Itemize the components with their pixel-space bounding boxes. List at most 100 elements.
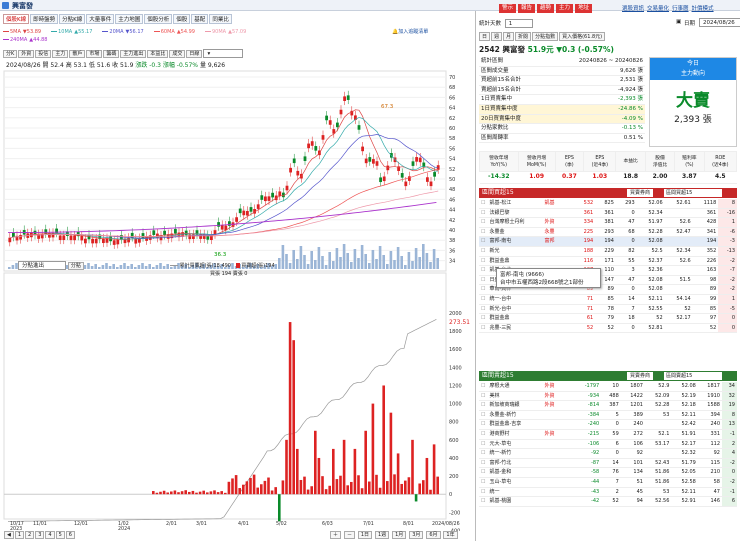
table-row[interactable]: ☐ 元大-草屯 -106 6 106 53.17 52.17 112 2 xyxy=(479,439,737,450)
right-button-0[interactable]: 警示 xyxy=(499,4,517,13)
mode-button-4[interactable]: 分點指數 xyxy=(532,32,559,41)
row-checkbox[interactable]: ☐ xyxy=(479,439,488,450)
mode-button-5[interactable]: 買入價格(61.8元) xyxy=(559,32,606,41)
row-checkbox[interactable]: ☐ xyxy=(479,391,488,402)
page-6[interactable]: 6 xyxy=(65,531,75,539)
row-checkbox[interactable]: ☐ xyxy=(479,246,488,257)
right-button-3[interactable]: 主力 xyxy=(556,4,574,13)
table-row[interactable]: ☐ 新光-台中 71 78 7 52.55 52 85 -5 xyxy=(479,304,737,315)
days-select[interactable]: 1 xyxy=(504,19,533,28)
buy-broker-select[interactable]: 買賣券商 xyxy=(627,189,654,197)
mode-button-1[interactable]: 週 xyxy=(491,32,503,41)
table-row[interactable]: ☐ 美林 外資 -934 488 1422 52.09 52.19 1910 32 xyxy=(479,391,737,402)
row-checkbox[interactable]: ☐ xyxy=(479,323,488,334)
table-row[interactable]: ☐ 群益金鼎-吉享 -240 0 240 52.42 240 13 xyxy=(479,419,737,430)
row-checkbox[interactable]: ☐ xyxy=(479,236,488,247)
right-button-1[interactable]: 報告 xyxy=(518,4,536,13)
table-row[interactable]: ☐ 永豐金 永豐 225 293 68 52.28 52.47 341 -6 xyxy=(479,227,737,238)
page-prev-button[interactable]: ◀ xyxy=(4,531,14,539)
row-checkbox[interactable]: ☐ xyxy=(479,477,488,488)
table-row[interactable]: ☐ 凱基-桃園 -42 52 94 52.56 52.91 146 6 xyxy=(479,496,737,507)
table-row[interactable]: ☐ 台灣摩根士丹利 外資 334 381 47 51.97 52.6 428 1 xyxy=(479,217,737,228)
page-5[interactable]: 5 xyxy=(55,531,65,539)
sell-dropdown[interactable]: 區間賣超15 xyxy=(664,372,722,380)
right-button-4[interactable]: 地址 xyxy=(575,4,593,13)
row-checkbox[interactable]: ☐ xyxy=(479,227,488,238)
table-row[interactable]: ☐ 凱基-松江 凱基 532 825 293 52.06 52.61 1118 8 xyxy=(479,199,737,209)
row-checkbox[interactable]: ☐ xyxy=(479,256,488,267)
table-row[interactable]: ☐ 港商野村 外資 -215 59 272 52.1 51.91 331 -1 xyxy=(479,429,737,440)
row-checkbox[interactable]: ☐ xyxy=(479,382,488,392)
table-row[interactable]: ☐ 群益金鼎 116 171 55 52.37 52.6 226 -2 xyxy=(479,256,737,267)
page-4[interactable]: 4 xyxy=(45,531,55,539)
period-1y[interactable]: 1年 xyxy=(443,531,458,539)
row-checkbox[interactable]: ☐ xyxy=(479,400,488,411)
period-3m[interactable]: 3月 xyxy=(409,531,424,539)
row-checkbox[interactable]: ☐ xyxy=(479,458,488,469)
lower-indicator-select[interactable]: 分點進出 xyxy=(18,261,66,270)
period-6m[interactable]: 6月 xyxy=(426,531,441,539)
zoom-out-button[interactable]: － xyxy=(343,531,355,539)
table-row[interactable]: ☐ 富邦-南屯 富邦 194 194 0 52.08 194 -3 xyxy=(479,236,737,247)
row-checkbox[interactable]: ☐ xyxy=(479,265,488,276)
row-checkbox[interactable]: ☐ xyxy=(479,448,488,459)
table-row[interactable]: ☐ 法銀巴黎 361 361 0 52.34 361 -16 xyxy=(479,208,737,219)
table-row[interactable]: ☐ 摩根大通 外資 -1797 10 1807 52.9 52.08 1817 34 xyxy=(479,382,737,392)
right-link-0[interactable]: 選股資訊 xyxy=(622,6,644,12)
table-row[interactable]: ☐ 統一-新竹 -92 0 92 52.32 92 4 xyxy=(479,448,737,459)
page-3[interactable]: 3 xyxy=(35,531,45,539)
table-row[interactable]: ☐ 統一 -43 2 45 53 52.11 47 -1 xyxy=(479,487,737,498)
zoom-in-button[interactable]: ＋ xyxy=(330,531,342,539)
table-row[interactable]: ☐ 統一-台中 71 85 14 52.11 54.14 99 1 xyxy=(479,294,737,305)
lower-tick: 600 xyxy=(449,438,459,444)
row-checkbox[interactable]: ☐ xyxy=(479,419,488,430)
table-row[interactable]: ☐ 玉山-草屯 -44 7 51 51.86 52.58 58 -2 xyxy=(479,477,737,488)
buy-dropdown[interactable]: 區間買超15 xyxy=(664,189,722,197)
row-checkbox[interactable]: ☐ xyxy=(479,487,488,498)
low-annotation: 36.3 xyxy=(214,252,227,258)
right-link-1[interactable]: 交易量化 xyxy=(647,6,669,12)
date-input[interactable]: 2024/08/26 xyxy=(699,18,740,27)
row-checkbox[interactable]: ☐ xyxy=(479,275,488,286)
volume-bar xyxy=(418,257,421,269)
table-row[interactable]: ☐ 富邦-竹北 -87 14 101 52.43 51.79 115 -2 xyxy=(479,458,737,469)
sell-broker-select[interactable]: 買賣券商 xyxy=(627,372,654,380)
row-checkbox[interactable]: ☐ xyxy=(479,199,488,209)
volume-bar xyxy=(159,263,162,269)
row-checkbox[interactable]: ☐ xyxy=(479,313,488,324)
mode-button-0[interactable]: 日 xyxy=(479,32,491,41)
table-row[interactable]: ☐ 凱基-金和 -58 76 134 51.86 52.05 210 0 xyxy=(479,467,737,478)
row-checkbox[interactable]: ☐ xyxy=(479,429,488,440)
page-2[interactable]: 2 xyxy=(25,531,35,539)
candle-body xyxy=(264,196,267,202)
period-1m[interactable]: 1月 xyxy=(392,531,407,539)
buysell-bar xyxy=(195,492,198,495)
row-checkbox[interactable]: ☐ xyxy=(479,294,488,305)
zoom-tools: ＋ － 1日 1週 1月 3月 6月 1年 xyxy=(330,531,459,539)
candle-body xyxy=(152,230,156,235)
mode-button-3[interactable]: 折閱 xyxy=(515,32,532,41)
right-link-2[interactable]: 行事曆 xyxy=(672,6,689,12)
mode-button-2[interactable]: 月 xyxy=(503,32,515,41)
period-1w[interactable]: 1週 xyxy=(374,531,390,539)
table-row[interactable]: ☐ 新加坡商瑞銀 外資 -814 387 1201 52.28 52.18 1588 19 xyxy=(479,400,737,411)
row-checkbox[interactable]: ☐ xyxy=(479,208,488,219)
right-button-2[interactable]: 趨勢 xyxy=(537,4,555,13)
table-row[interactable]: ☐ 新光 188 229 82 52.5 52.34 352 -13 xyxy=(479,246,737,257)
row-checkbox[interactable]: ☐ xyxy=(479,410,488,421)
row-checkbox[interactable]: ☐ xyxy=(479,217,488,228)
row-checkbox[interactable]: ☐ xyxy=(479,304,488,315)
right-link-3[interactable]: 計價模式 xyxy=(692,6,714,12)
table-row[interactable]: ☐ 群益金鼎 61 79 18 52 52.17 97 0 xyxy=(479,313,737,324)
page-1[interactable]: 1 xyxy=(14,531,25,539)
row-checkbox[interactable]: ☐ xyxy=(479,496,488,507)
period-1d[interactable]: 1日 xyxy=(357,531,373,539)
buysell-bar xyxy=(252,474,256,495)
table-row[interactable]: ☐ 永豐金-新竹 -384 5 389 53 52.11 394 8 xyxy=(479,410,737,421)
row-checkbox[interactable]: ☐ xyxy=(479,284,488,295)
candle-body xyxy=(271,192,274,198)
table-row[interactable]: ☐ 兆豐-三民 52 52 0 52.81 52 0 xyxy=(479,323,737,334)
lower-panel-button[interactable]: 分點 xyxy=(67,262,84,270)
row-checkbox[interactable]: ☐ xyxy=(479,467,488,478)
candle-body xyxy=(321,135,325,140)
